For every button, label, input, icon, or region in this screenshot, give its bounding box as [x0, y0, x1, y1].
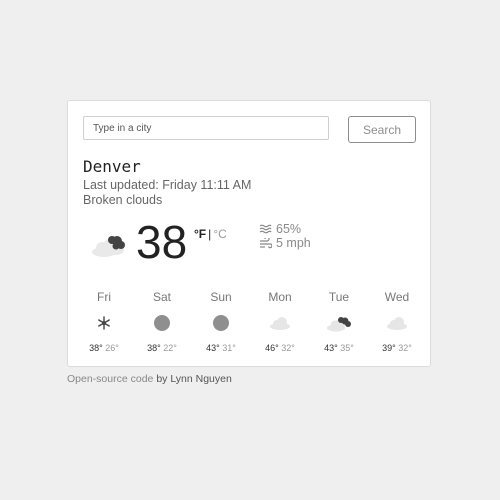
- forecast-low: 22°: [163, 343, 177, 353]
- forecast-row: Fri 38° 26° Sat 38° 22° Sun 43° 31° Mon …: [68, 289, 430, 359]
- weather-card: Search Denver Last updated: Friday 11:11…: [67, 100, 431, 367]
- forecast-high: 39°: [382, 343, 396, 353]
- wind-value: 5 mph: [276, 236, 311, 250]
- forecast-day: Sat 38° 22°: [142, 289, 182, 353]
- current-temperature: 38: [136, 216, 188, 268]
- broken-clouds-icon: [90, 231, 130, 264]
- humidity-value: 65%: [276, 222, 302, 236]
- forecast-day-name: Sat: [152, 290, 171, 304]
- city-search-input[interactable]: [83, 116, 329, 140]
- forecast-day-name: Fri: [97, 290, 111, 304]
- wind-icon: [260, 237, 272, 248]
- last-updated: Last updated: Friday 11:11 AM: [83, 178, 252, 192]
- forecast-high: 43°: [324, 343, 338, 353]
- snow-icon: [84, 313, 124, 333]
- forecast-low: 35°: [340, 343, 354, 353]
- forecast-day: Sun 43° 31°: [201, 289, 241, 353]
- forecast-low: 26°: [105, 343, 119, 353]
- forecast-low: 32°: [398, 343, 412, 353]
- search-button[interactable]: Search: [348, 116, 416, 143]
- forecast-day-name: Mon: [268, 290, 292, 304]
- celsius-unit[interactable]: °C: [213, 227, 226, 241]
- unit-toggle: °F | °C: [194, 227, 227, 241]
- forecast-day: Wed 39° 32°: [377, 289, 417, 353]
- clear-icon: [142, 313, 182, 333]
- cloud-icon: [377, 313, 417, 333]
- humidity-stat: 65%: [259, 222, 301, 236]
- city-name: Denver: [83, 157, 141, 176]
- forecast-low: 31°: [222, 343, 236, 353]
- forecast-low: 32°: [281, 343, 295, 353]
- forecast-day: Fri 38° 26°: [84, 289, 124, 353]
- fahrenheit-unit[interactable]: °F: [194, 227, 206, 241]
- forecast-day-name: Tue: [328, 290, 350, 304]
- humidity-icon: [259, 224, 272, 234]
- wind-stat: 5 mph: [259, 236, 311, 250]
- forecast-day: Tue 43° 35°: [319, 289, 359, 353]
- source-credit: Open-source code by Lynn Nguyen: [67, 373, 232, 385]
- forecast-day: Mon 46° 32°: [260, 289, 300, 353]
- cloud-icon: [260, 313, 300, 333]
- weather-description: Broken clouds: [83, 193, 163, 207]
- forecast-high: 38°: [89, 343, 103, 353]
- forecast-day-name: Sun: [210, 290, 232, 304]
- forecast-high: 38°: [147, 343, 161, 353]
- forecast-high: 46°: [265, 343, 279, 353]
- author-credit: by Lynn Nguyen: [156, 373, 232, 385]
- forecast-day-name: Wed: [384, 290, 410, 304]
- source-code-link[interactable]: Open-source code: [67, 373, 153, 385]
- clear-icon: [201, 313, 241, 333]
- forecast-high: 43°: [206, 343, 220, 353]
- broken-clouds-icon: [319, 313, 359, 333]
- unit-separator: |: [208, 227, 212, 241]
